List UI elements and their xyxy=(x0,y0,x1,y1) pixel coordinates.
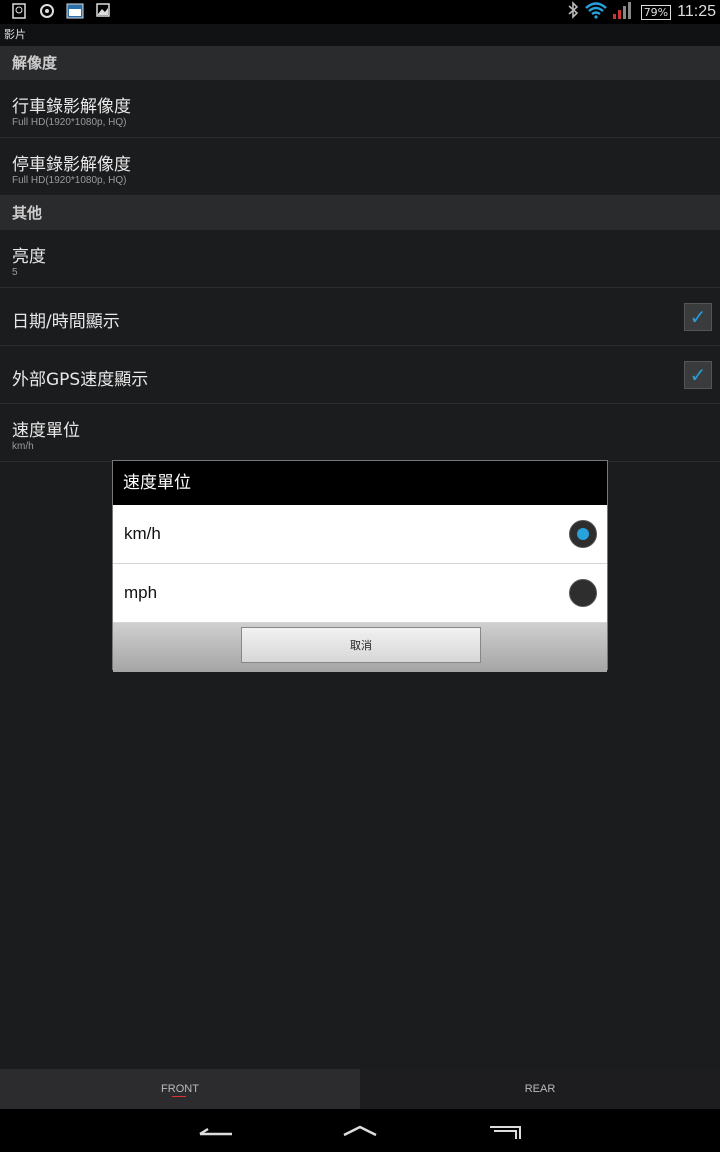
dialog-button-bar: 取消 xyxy=(113,623,607,672)
image-icon xyxy=(94,3,112,20)
status-bar: 79% 11:25 xyxy=(0,0,720,24)
setting-drive-resolution[interactable]: 行車錄影解像度 Full HD(1920*1080p, HQ) xyxy=(0,80,720,138)
option-kmh[interactable]: km/h xyxy=(113,505,607,564)
speed-unit-dialog: 速度單位 km/h mph 取消 xyxy=(112,460,608,672)
gps-speed-checkbox[interactable]: ✓ xyxy=(684,361,712,389)
tab-label: REAR xyxy=(524,1083,556,1095)
setting-title: 行車錄影解像度 xyxy=(12,97,131,117)
clock: 11:25 xyxy=(677,3,716,20)
navigation-bar xyxy=(0,1109,720,1152)
screen-title: 影片 xyxy=(0,24,720,46)
tab-front[interactable]: FRONT xyxy=(0,1069,360,1109)
camera-tabs: FRONT REAR xyxy=(0,1069,720,1109)
option-mph[interactable]: mph xyxy=(113,564,607,623)
setting-park-resolution[interactable]: 停車錄影解像度 Full HD(1920*1080p, HQ) xyxy=(0,138,720,196)
section-header-resolution: 解像度 xyxy=(0,46,720,80)
setting-title: 速度單位 xyxy=(12,421,80,441)
option-label: mph xyxy=(124,583,158,602)
radio-button-selected[interactable] xyxy=(569,520,597,548)
option-label: km/h xyxy=(124,524,161,543)
setting-title: 日期/時間顯示 xyxy=(12,312,120,332)
battery-indicator: 79% xyxy=(640,4,672,20)
back-icon[interactable] xyxy=(196,1117,236,1143)
setting-title: 外部GPS速度顯示 xyxy=(12,370,149,390)
recent-apps-icon[interactable] xyxy=(486,1117,526,1143)
tab-label: FRONT xyxy=(161,1083,199,1095)
tab-rear[interactable]: REAR xyxy=(360,1069,720,1109)
home-icon[interactable] xyxy=(340,1117,380,1143)
section-header-other: 其他 xyxy=(0,196,720,230)
setting-gps-speed-display[interactable]: 外部GPS速度顯示 ✓ xyxy=(0,346,720,404)
setting-summary: Full HD(1920*1080p, HQ) xyxy=(12,175,127,186)
tab-indicator xyxy=(172,1096,186,1097)
cancel-button[interactable]: 取消 xyxy=(241,627,481,663)
sync-icon xyxy=(38,3,56,20)
setting-title: 亮度 xyxy=(12,247,46,267)
wifi-icon xyxy=(584,1,607,23)
setting-brightness[interactable]: 亮度 5 xyxy=(0,230,720,288)
setting-summary: Full HD(1920*1080p, HQ) xyxy=(12,117,127,128)
setting-title: 停車錄影解像度 xyxy=(12,155,131,175)
setting-datetime-display[interactable]: 日期/時間顯示 ✓ xyxy=(0,288,720,346)
signal-icon xyxy=(612,1,635,23)
notification-icon xyxy=(10,3,28,20)
radio-button[interactable] xyxy=(569,579,597,607)
setting-speed-unit[interactable]: 速度單位 km/h xyxy=(0,404,720,462)
dialog-title: 速度單位 xyxy=(113,461,607,505)
setting-summary: km/h xyxy=(12,441,34,452)
setting-summary: 5 xyxy=(12,267,18,278)
bluetooth-icon xyxy=(567,1,579,23)
datetime-checkbox[interactable]: ✓ xyxy=(684,303,712,331)
calendar-icon xyxy=(66,3,84,20)
